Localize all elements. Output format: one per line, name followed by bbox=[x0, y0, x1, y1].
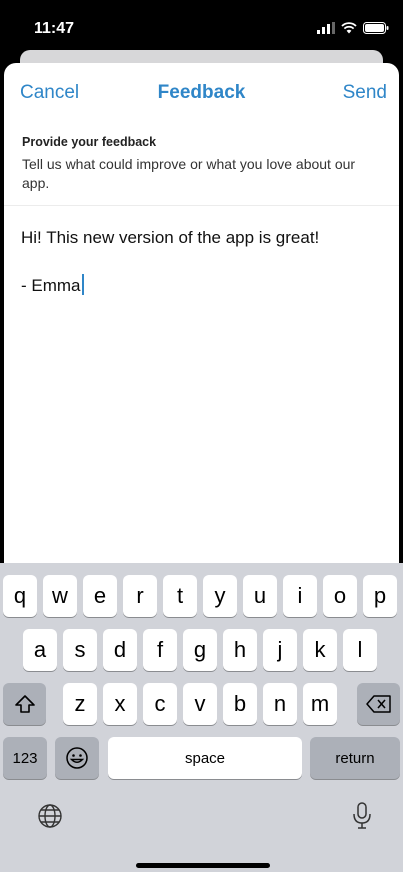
key-s[interactable]: s bbox=[63, 629, 97, 671]
key-r[interactable]: r bbox=[123, 575, 157, 617]
send-button[interactable]: Send bbox=[343, 82, 387, 104]
globe-icon bbox=[37, 803, 63, 834]
prompt-description: Tell us what could improve or what you l… bbox=[22, 156, 356, 191]
key-w[interactable]: w bbox=[43, 575, 77, 617]
feedback-text-line: - Emma bbox=[21, 274, 382, 298]
navigation-bar: Cancel Feedback Send bbox=[4, 63, 399, 121]
feedback-signature: - Emma bbox=[21, 276, 81, 295]
key-m[interactable]: m bbox=[303, 683, 337, 725]
key-n[interactable]: n bbox=[263, 683, 297, 725]
return-key[interactable]: return bbox=[310, 737, 400, 779]
feedback-text-line: Hi! This new version of the app is great… bbox=[21, 228, 320, 247]
status-icons bbox=[317, 22, 389, 34]
numbers-key[interactable]: 123 bbox=[3, 737, 47, 779]
key-y[interactable]: y bbox=[203, 575, 237, 617]
dictation-button[interactable] bbox=[345, 801, 379, 835]
space-key[interactable]: space bbox=[108, 737, 302, 779]
key-k[interactable]: k bbox=[303, 629, 337, 671]
status-time: 11:47 bbox=[34, 20, 75, 37]
backspace-key[interactable] bbox=[357, 683, 400, 725]
key-a[interactable]: a bbox=[23, 629, 57, 671]
on-screen-keyboard: q w e r t y u i o p a s d f g h j k l z … bbox=[0, 563, 403, 872]
home-indicator[interactable] bbox=[136, 863, 270, 868]
key-l[interactable]: l bbox=[343, 629, 377, 671]
shift-key[interactable] bbox=[3, 683, 46, 725]
key-f[interactable]: f bbox=[143, 629, 177, 671]
cancel-button[interactable]: Cancel bbox=[20, 82, 79, 104]
key-j[interactable]: j bbox=[263, 629, 297, 671]
shift-icon bbox=[14, 694, 36, 714]
emoji-key[interactable] bbox=[55, 737, 99, 779]
emoji-icon bbox=[65, 746, 89, 770]
wifi-icon bbox=[341, 22, 357, 34]
key-h[interactable]: h bbox=[223, 629, 257, 671]
cellular-signal-icon bbox=[317, 22, 335, 34]
key-z[interactable]: z bbox=[63, 683, 97, 725]
key-t[interactable]: t bbox=[163, 575, 197, 617]
key-q[interactable]: q bbox=[3, 575, 37, 617]
key-i[interactable]: i bbox=[283, 575, 317, 617]
key-d[interactable]: d bbox=[103, 629, 137, 671]
feedback-text-area[interactable]: Hi! This new version of the app is great… bbox=[4, 206, 399, 318]
key-c[interactable]: c bbox=[143, 683, 177, 725]
text-cursor bbox=[81, 274, 84, 295]
key-o[interactable]: o bbox=[323, 575, 357, 617]
microphone-icon bbox=[352, 801, 372, 835]
prompt-title: Provide your feedback bbox=[22, 135, 157, 149]
key-u[interactable]: u bbox=[243, 575, 277, 617]
feedback-prompt: Provide your feedback Tell us what could… bbox=[4, 121, 399, 206]
key-e[interactable]: e bbox=[83, 575, 117, 617]
key-v[interactable]: v bbox=[183, 683, 217, 725]
globe-button[interactable] bbox=[33, 801, 67, 835]
key-p[interactable]: p bbox=[363, 575, 397, 617]
key-x[interactable]: x bbox=[103, 683, 137, 725]
backspace-icon bbox=[365, 695, 392, 713]
battery-icon bbox=[363, 22, 389, 34]
key-g[interactable]: g bbox=[183, 629, 217, 671]
key-b[interactable]: b bbox=[223, 683, 257, 725]
